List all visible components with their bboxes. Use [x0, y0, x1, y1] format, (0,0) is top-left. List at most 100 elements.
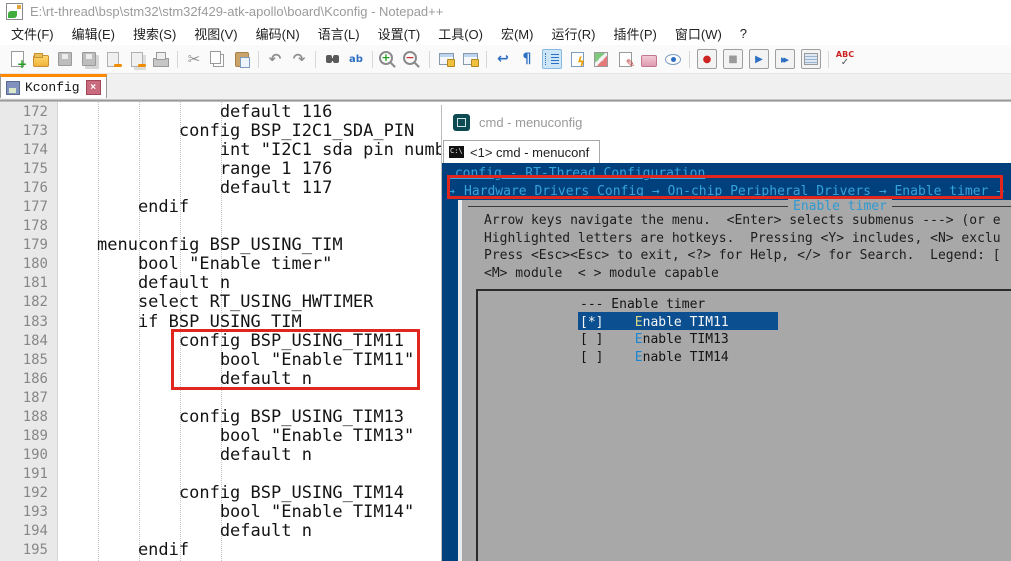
toolbar-separator — [177, 51, 178, 68]
menu-bar: 文件(F) 编辑(E) 搜索(S) 视图(V) 编码(N) 语言(L) 设置(T… — [0, 22, 1011, 45]
macro-run-multiple-icon[interactable] — [775, 49, 795, 69]
cmd-prompt-icon — [449, 146, 464, 158]
line-number: 175 — [0, 160, 57, 179]
spell-check-icon[interactable] — [836, 50, 854, 68]
macro-stop-icon[interactable] — [723, 49, 743, 69]
line-number: 173 — [0, 122, 57, 141]
menu-encoding[interactable]: 编码(N) — [247, 22, 309, 45]
cmd-window: cmd - menuconfig <1> cmd - menuconf .con… — [441, 105, 1011, 561]
code-line — [97, 389, 445, 408]
macro-save-icon[interactable] — [801, 49, 821, 69]
menu-window[interactable]: 窗口(W) — [666, 22, 731, 45]
tab-close-icon[interactable]: × — [86, 80, 101, 95]
code-line: default 116 — [97, 103, 445, 122]
hotkey-letter: E — [635, 350, 643, 365]
show-indent-guide-icon[interactable] — [542, 49, 562, 69]
menuconfig-list-box: --- Enable timer [*] Enable TIM11 [ ] En… — [476, 289, 1011, 561]
highlight-box-breadcrumb — [447, 175, 1003, 199]
tab-kconfig[interactable]: Kconfig × — [0, 74, 107, 98]
menu-help[interactable]: ? — [731, 24, 756, 43]
line-number: 174 — [0, 141, 57, 160]
cmd-tab-label: <1> cmd - menuconf — [470, 145, 589, 160]
line-number: 177 — [0, 198, 57, 217]
new-file-icon[interactable] — [8, 50, 26, 68]
item-label: nable TIM11 — [643, 315, 729, 330]
save-all-icon[interactable] — [80, 50, 98, 68]
help-line: <M> module < > module capable — [484, 265, 719, 283]
find-icon[interactable] — [323, 50, 341, 68]
terminal-area[interactable]: .config - RT-Thread Configuration → Hard… — [442, 163, 1011, 561]
checkbox: [ ] — [580, 350, 603, 365]
highlight-box-editor — [171, 329, 420, 390]
document-tab-bar: Kconfig × — [0, 74, 1011, 99]
notepad-title-bar[interactable]: E:\rt-thread\bsp\stm32\stm32f429-atk-apo… — [0, 0, 1011, 22]
cmd-tab[interactable]: <1> cmd - menuconf — [443, 140, 600, 163]
list-item-enable-tim11[interactable]: [*] Enable TIM11 — [580, 314, 729, 332]
code-line: bool "Enable TIM13" — [97, 427, 445, 446]
document-edit-icon[interactable] — [616, 50, 634, 68]
dialog-border-line — [468, 206, 1011, 207]
menu-view[interactable]: 视图(V) — [185, 22, 246, 45]
copy-icon[interactable] — [209, 50, 227, 68]
undo-icon[interactable] — [266, 50, 284, 68]
code-line: endif — [97, 541, 445, 560]
code-line: bool "Enable timer" — [97, 255, 445, 274]
sync-horizontal-scroll-icon[interactable] — [461, 50, 479, 68]
word-wrap-icon[interactable] — [494, 50, 512, 68]
zoom-out-icon[interactable] — [404, 50, 422, 68]
save-icon[interactable] — [56, 50, 74, 68]
code-line: config BSP_I2C1_SDA_PIN — [97, 122, 445, 141]
folder-as-workspace-icon[interactable] — [640, 50, 658, 68]
macro-play-icon[interactable] — [749, 49, 769, 69]
sync-vertical-scroll-icon[interactable] — [437, 50, 455, 68]
zoom-in-icon[interactable] — [380, 50, 398, 68]
toolbar-separator — [486, 51, 487, 68]
menu-edit[interactable]: 编辑(E) — [63, 22, 124, 45]
code-line: range 1 176 — [97, 160, 445, 179]
menu-settings[interactable]: 设置(T) — [369, 22, 430, 45]
help-line: Highlighted letters are hotkeys. Pressin… — [484, 230, 1001, 248]
macro-record-icon[interactable] — [697, 49, 717, 69]
tab-label: Kconfig — [25, 80, 80, 95]
menu-macro[interactable]: 宏(M) — [492, 22, 543, 45]
help-line: Press <Esc><Esc> to exit, <?> for Help, … — [484, 247, 1001, 265]
line-number: 182 — [0, 293, 57, 312]
redo-icon[interactable] — [290, 50, 308, 68]
menu-file[interactable]: 文件(F) — [2, 22, 63, 45]
menu-language[interactable]: 语言(L) — [309, 22, 369, 45]
show-all-characters-icon[interactable] — [518, 50, 536, 68]
cmd-title-bar[interactable]: cmd - menuconfig — [442, 105, 1011, 140]
replace-icon[interactable] — [347, 50, 365, 68]
close-file-icon[interactable] — [104, 50, 122, 68]
list-item-enable-tim13[interactable]: [ ] Enable TIM13 — [580, 331, 729, 349]
code-line — [97, 217, 445, 236]
toolbar-separator — [689, 51, 690, 68]
open-file-icon[interactable] — [32, 50, 50, 68]
toolbar — [0, 45, 1011, 74]
menuconfig-dialog: Enable timer Arrow keys navigate the men… — [458, 200, 1011, 561]
tab-saved-icon — [6, 81, 20, 95]
notepad-app-icon — [6, 3, 23, 20]
line-number: 193 — [0, 503, 57, 522]
list-item-enable-tim14[interactable]: [ ] Enable TIM14 — [580, 349, 729, 367]
print-icon[interactable] — [152, 50, 170, 68]
document-map-icon[interactable] — [592, 50, 610, 68]
menu-run[interactable]: 运行(R) — [542, 22, 604, 45]
dialog-left-edge — [458, 200, 462, 561]
code-line: select RT_USING_HWTIMER — [97, 293, 445, 312]
function-list-icon[interactable] — [568, 50, 586, 68]
cmd-window-title: cmd - menuconfig — [479, 115, 582, 130]
cmd-tab-bar: <1> cmd - menuconf — [442, 140, 1011, 163]
toolbar-separator — [315, 51, 316, 68]
line-number: 178 — [0, 217, 57, 236]
menu-search[interactable]: 搜索(S) — [124, 22, 185, 45]
menu-plugins[interactable]: 插件(P) — [605, 22, 666, 45]
monitoring-eye-icon[interactable] — [664, 50, 682, 68]
line-number: 188 — [0, 408, 57, 427]
line-number: 189 — [0, 427, 57, 446]
menu-tools[interactable]: 工具(O) — [429, 22, 492, 45]
paste-icon[interactable] — [233, 50, 251, 68]
cut-icon[interactable] — [185, 50, 203, 68]
close-all-icon[interactable] — [128, 50, 146, 68]
code-line: int "I2C1 sda pin numb — [97, 141, 445, 160]
